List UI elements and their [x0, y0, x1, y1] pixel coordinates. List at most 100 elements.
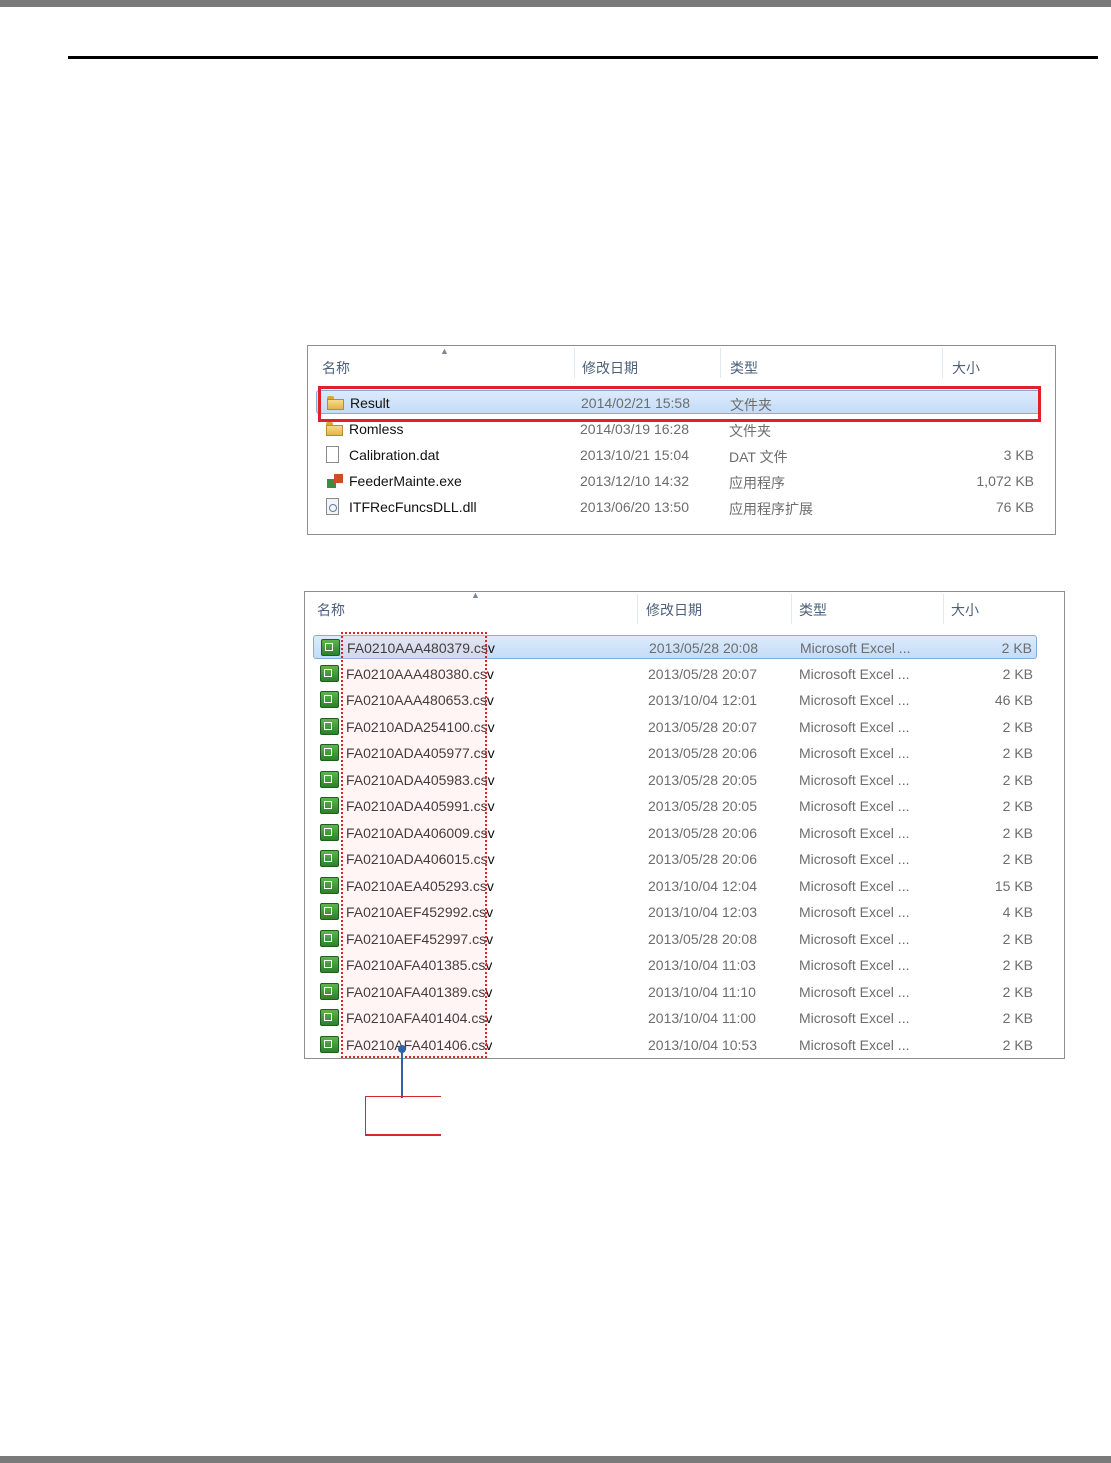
file-type: Microsoft Excel ...	[799, 771, 910, 788]
file-row[interactable]: FA0210ADA405983.csv 2013/05/28 20:05 Micro…	[313, 768, 1037, 792]
column-divider[interactable]	[637, 594, 638, 624]
column-header-size[interactable]: 大小	[952, 358, 980, 378]
file-name: FA0210AAA480380.csv	[346, 665, 494, 682]
file-type: Microsoft Excel ...	[799, 851, 910, 867]
column-header-row: 名称 ▲ 修改日期 类型 大小	[305, 592, 1064, 628]
column-header-name[interactable]: 名称	[322, 358, 350, 378]
file-size: 2 KB	[1002, 957, 1033, 973]
column-header-size[interactable]: 大小	[951, 600, 979, 620]
file-type: Microsoft Excel ...	[799, 665, 910, 682]
file-name: FA0210AAA480379.csv	[347, 640, 495, 656]
column-divider[interactable]	[720, 348, 721, 378]
file-row[interactable]: FA0210AAA480653.csv 2013/10/04 12:01 Micro…	[313, 688, 1037, 712]
file-type: Microsoft Excel ...	[799, 930, 910, 947]
column-header-type[interactable]: 类型	[799, 600, 827, 620]
file-row[interactable]: Romless 2014/03/19 16:28 文件夹	[316, 417, 1040, 441]
file-row[interactable]: FA0210AEA405293.csv 2013/10/04 12:04 Micro…	[313, 874, 1037, 898]
column-divider[interactable]	[943, 594, 944, 624]
column-header-type[interactable]: 类型	[730, 358, 758, 378]
file-size: 2 KB	[1002, 1010, 1033, 1026]
file-date: 2013/10/04 12:04	[648, 877, 757, 894]
file-row[interactable]: FA0210AAA480379.csv 2013/05/28 20:08 Micro…	[313, 635, 1037, 659]
file-name: FeederMainte.exe	[349, 473, 462, 489]
excel-csv-icon	[320, 929, 339, 947]
excel-csv-icon	[320, 823, 339, 841]
dll-icon	[326, 498, 339, 515]
file-row[interactable]: FA0210ADA405977.csv 2013/05/28 20:06 Micro…	[313, 741, 1037, 765]
file-size: 2 KB	[1002, 824, 1033, 841]
file-date: 2013/05/28 20:05	[648, 798, 757, 814]
file-type: Microsoft Excel ...	[799, 1036, 910, 1053]
file-size: 3 KB	[1003, 447, 1034, 463]
file-row[interactable]: FeederMainte.exe 2013/12/10 14:32 应用程序 1,07…	[316, 469, 1040, 493]
excel-csv-icon	[320, 744, 339, 761]
file-type: Microsoft Excel ...	[799, 1010, 910, 1026]
callout-label-box	[365, 1096, 441, 1136]
file-name: FA0210ADA406015.csv	[346, 851, 495, 867]
file-row[interactable]: FA0210AFA401385.csv 2013/10/04 11:03 Micro…	[313, 953, 1037, 977]
file-name: ITFRecFuncsDLL.dll	[349, 499, 477, 515]
excel-csv-icon	[320, 982, 339, 1000]
file-date: 2013/05/28 20:06	[648, 851, 757, 867]
file-name: FA0210ADA405983.csv	[346, 771, 495, 788]
file-size: 2 KB	[1002, 718, 1033, 735]
file-size: 2 KB	[1002, 983, 1033, 1000]
file-row[interactable]: FA0210AAA480380.csv 2013/05/28 20:07 Micro…	[313, 662, 1037, 686]
file-date: 2013/05/28 20:07	[648, 718, 757, 735]
file-date: 2013/05/28 20:08	[648, 930, 757, 947]
column-header-row: 名称 ▲ 修改日期 类型 大小	[308, 346, 1055, 382]
file-date: 2013/05/28 20:06	[648, 745, 757, 761]
excel-csv-icon	[320, 903, 339, 920]
top-border	[0, 0, 1111, 7]
file-row[interactable]: FA0210AEF452997.csv 2013/05/28 20:08 Micro…	[313, 927, 1037, 951]
file-row[interactable]: FA0210ADA254100.csv 2013/05/28 20:07 Micro…	[313, 715, 1037, 739]
file-row[interactable]: FA0210AFA401406.csv 2013/10/04 10:53 Micro…	[313, 1033, 1037, 1057]
excel-csv-icon	[320, 1009, 339, 1026]
file-row[interactable]: Result 2014/02/21 15:58 文件夹	[316, 390, 1040, 414]
column-divider[interactable]	[574, 348, 575, 378]
file-size: 76 KB	[995, 499, 1034, 515]
file-row[interactable]: ITFRecFuncsDLL.dll 2013/06/20 13:50 应用程序扩展…	[316, 495, 1040, 519]
file-name: FA0210ADA406009.csv	[346, 824, 495, 841]
file-row[interactable]: FA0210AFA401404.csv 2013/10/04 11:00 Micro…	[313, 1006, 1037, 1030]
file-name: FA0210AEF452997.csv	[346, 930, 494, 947]
file-date: 2014/02/21 15:58	[581, 395, 690, 411]
column-divider[interactable]	[791, 594, 792, 624]
callout-anchor	[398, 1045, 406, 1053]
file-date: 2013/06/20 13:50	[580, 499, 689, 515]
file-size: 4 KB	[1002, 904, 1033, 920]
file-size: 46 KB	[994, 692, 1033, 708]
file-type: 应用程序	[729, 475, 785, 491]
file-name: FA0210AFA401389.csv	[346, 983, 493, 1000]
file-name: FA0210AFA401385.csv	[346, 957, 493, 973]
file-size: 2 KB	[1002, 771, 1033, 788]
file-size: 2 KB	[1002, 930, 1033, 947]
file-row[interactable]: FA0210ADA406009.csv 2013/05/28 20:06 Micro…	[313, 821, 1037, 845]
excel-csv-icon	[320, 770, 339, 788]
file-row[interactable]: FA0210AEF452992.csv 2013/10/04 12:03 Micro…	[313, 900, 1037, 924]
file-list-1: 名称 ▲ 修改日期 类型 大小 Result 2014/02/21 15:58 文件…	[307, 345, 1056, 535]
file-date: 2013/05/28 20:05	[648, 771, 757, 788]
file-type: Microsoft Excel ...	[799, 983, 910, 1000]
folder-icon	[327, 396, 344, 410]
file-type: 应用程序扩展	[729, 501, 813, 517]
file-size: 2 KB	[1001, 640, 1032, 656]
file-date: 2013/10/04 11:03	[648, 957, 756, 973]
file-row[interactable]: FA0210AFA401389.csv 2013/10/04 11:10 Micro…	[313, 980, 1037, 1004]
file-name: FA0210ADA405977.csv	[346, 745, 495, 761]
excel-csv-icon	[320, 956, 339, 973]
column-divider[interactable]	[942, 348, 943, 378]
file-name: FA0210ADA405991.csv	[346, 798, 495, 814]
file-icon	[326, 446, 339, 463]
file-size: 1,072 KB	[976, 473, 1034, 489]
column-header-date[interactable]: 修改日期	[646, 600, 702, 620]
column-header-name[interactable]: 名称	[317, 600, 345, 620]
file-row[interactable]: FA0210ADA405991.csv 2013/05/28 20:05 Micro…	[313, 794, 1037, 818]
excel-csv-icon	[320, 664, 339, 682]
file-row[interactable]: FA0210ADA406015.csv 2013/05/28 20:06 Micro…	[313, 847, 1037, 871]
bottom-border	[0, 1456, 1111, 1463]
column-header-date[interactable]: 修改日期	[582, 358, 638, 378]
file-row[interactable]: Calibration.dat 2013/10/21 15:04 DAT 文件 3 K…	[316, 443, 1040, 467]
file-name: FA0210AFA401406.csv	[346, 1036, 493, 1053]
file-type: Microsoft Excel ...	[799, 745, 910, 761]
